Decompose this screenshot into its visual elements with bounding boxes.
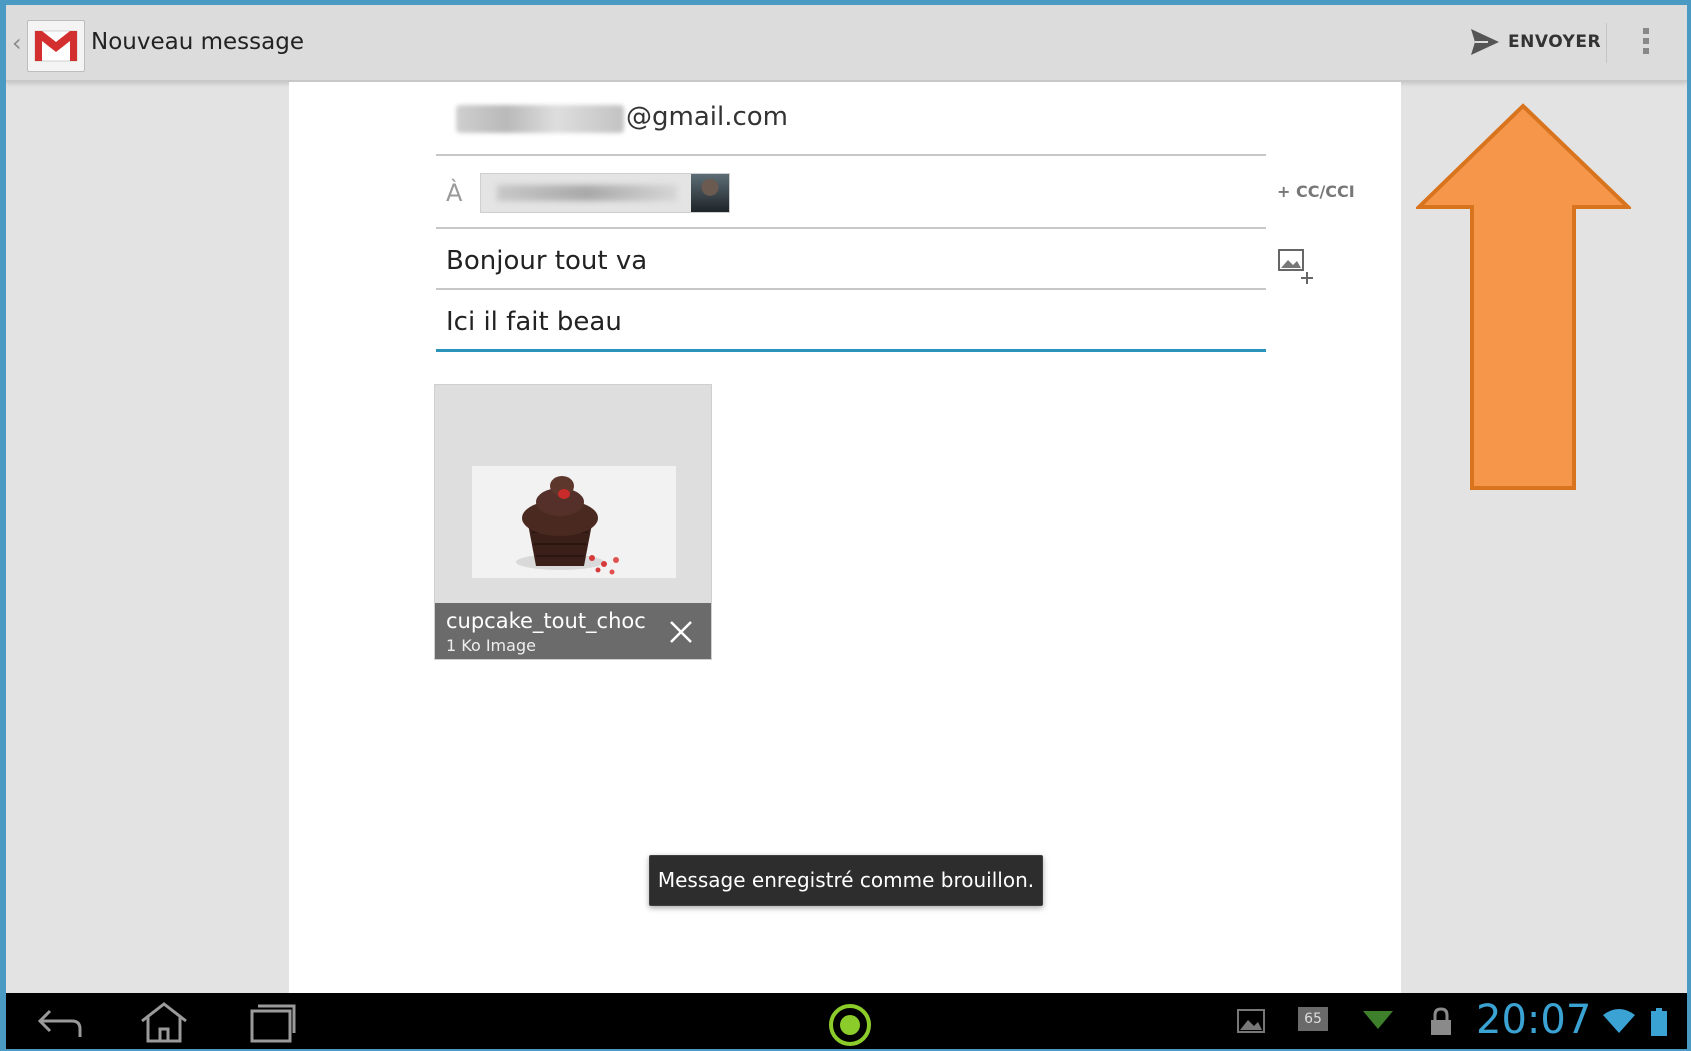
gallery-icon [1237, 1009, 1265, 1033]
subject-text: Bonjour tout va [446, 246, 648, 276]
body-text: Ici il fait beau [446, 307, 622, 337]
attachment-name: cupcake_tout_choc [446, 609, 646, 633]
wifi-icon [1603, 1009, 1635, 1033]
send-label: ENVOYER [1508, 32, 1602, 52]
from-field[interactable]: @gmail.com [436, 82, 1266, 156]
recent-apps-icon[interactable] [244, 1001, 300, 1043]
recipient-chip[interactable] [480, 173, 730, 213]
subject-field[interactable]: Bonjour tout va [436, 232, 1266, 290]
from-address: @gmail.com [626, 102, 789, 132]
system-bar: 65 20:07 [6, 993, 1687, 1049]
attachment-info-bar: cupcake_tout_choc 1 Ko Image [435, 603, 711, 659]
battery-icon [1651, 1008, 1667, 1036]
home-icon[interactable] [136, 1001, 192, 1043]
send-icon [1471, 29, 1499, 55]
close-icon[interactable] [668, 619, 694, 645]
annotation-arrow-up [1416, 103, 1631, 490]
overflow-menu-icon[interactable] [1639, 25, 1653, 61]
send-button[interactable]: ENVOYER [1470, 23, 1601, 61]
page-title: Nouveau message [91, 29, 304, 55]
clock: 20:07 [1476, 997, 1592, 1043]
launcher-icon[interactable] [822, 1001, 878, 1046]
lock-icon [1431, 1007, 1451, 1035]
gmail-icon[interactable] [27, 20, 85, 72]
compose-panel: @gmail.com À + CC/CCI Bonjour tout va Ic… [289, 82, 1401, 1000]
to-field[interactable]: À [436, 159, 1266, 229]
from-redacted [456, 105, 624, 133]
app-frame: ‹ Nouveau message ENVOYER @gmail.com À +… [6, 5, 1687, 1049]
action-bar-divider [1606, 23, 1607, 63]
avatar [691, 174, 729, 212]
up-caret-icon[interactable]: ‹ [12, 29, 22, 57]
notification-icon [1363, 1011, 1393, 1029]
attachment-thumbnail [472, 466, 676, 578]
attachment-card[interactable]: cupcake_tout_choc 1 Ko Image [434, 384, 712, 660]
attach-image-icon[interactable] [1277, 246, 1317, 286]
action-bar: ‹ Nouveau message ENVOYER [6, 5, 1687, 82]
body-field[interactable]: Ici il fait beau [436, 293, 1266, 352]
notification-badge-icon: 65 [1298, 1007, 1328, 1031]
toast-message: Message enregistré comme brouillon. [649, 855, 1043, 906]
cc-bcc-button[interactable]: + CC/CCI [1277, 182, 1355, 201]
recipient-redacted [497, 185, 677, 201]
to-label: À [446, 179, 463, 207]
back-icon[interactable] [34, 1001, 90, 1043]
attachment-meta: 1 Ko Image [446, 636, 536, 655]
